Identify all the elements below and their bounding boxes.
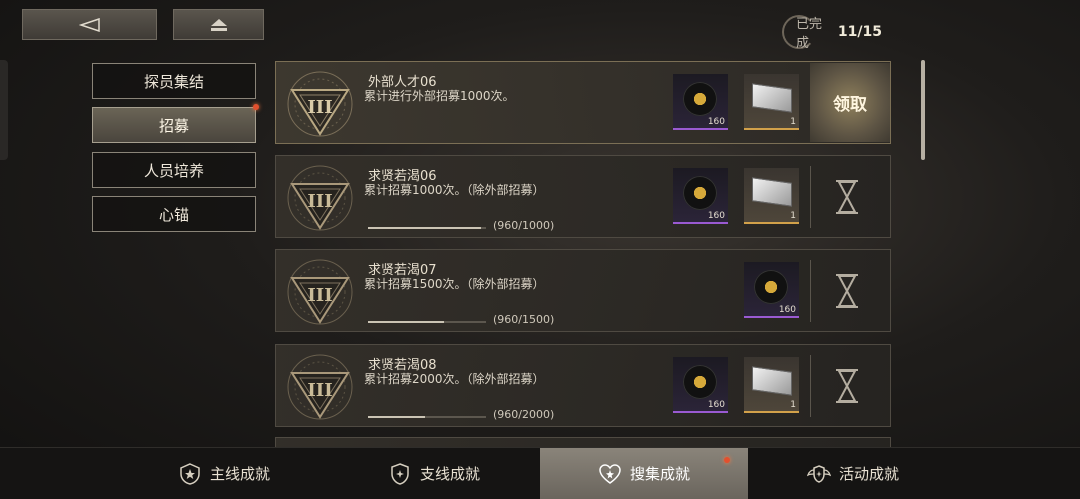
sidebar-item-label: 招募 bbox=[158, 116, 189, 135]
svg-text:III: III bbox=[307, 97, 332, 118]
achievement-card: III 求贤若渴07 累计招募1500次。（除外部招募） (960/1500) … bbox=[275, 249, 891, 332]
reward-quantity: 160 bbox=[707, 117, 725, 127]
achievement-card-partial bbox=[275, 437, 891, 447]
divider bbox=[810, 260, 811, 322]
tier-three-emblem-icon: III bbox=[287, 259, 353, 325]
sidebar-item-training[interactable]: 人员培养 bbox=[92, 152, 256, 188]
progress-count: 11/15 bbox=[837, 24, 882, 40]
eject-home-icon bbox=[210, 18, 227, 31]
svg-text:III: III bbox=[307, 285, 332, 306]
progress-text: (960/2000) bbox=[493, 408, 555, 421]
achievement-description: 累计招募1500次。（除外部招募） bbox=[364, 277, 545, 291]
vinyl-record-icon bbox=[683, 365, 717, 399]
tab-side-achievements[interactable]: 支线成就 bbox=[330, 448, 538, 499]
vinyl-record-icon bbox=[683, 176, 717, 210]
hourglass-icon bbox=[836, 369, 858, 403]
sidebar-item-label: 心锚 bbox=[158, 205, 189, 224]
progress-bar bbox=[368, 416, 486, 418]
sidebar-item-heart-anchor[interactable]: 心锚 bbox=[92, 196, 256, 232]
progress-text: (960/1500) bbox=[493, 313, 555, 326]
reward-item[interactable]: 1 bbox=[744, 74, 799, 130]
divider bbox=[810, 166, 811, 228]
tier-three-emblem-icon: III bbox=[287, 354, 353, 420]
progress-label: 已完成 bbox=[796, 17, 823, 51]
reward-item[interactable]: 1 bbox=[744, 168, 799, 224]
hourglass-icon bbox=[836, 180, 858, 214]
reward-item[interactable]: 1 bbox=[744, 357, 799, 413]
ticket-icon bbox=[752, 177, 792, 207]
tab-main-achievements[interactable]: 主线成就 bbox=[120, 448, 328, 499]
achievement-description: 累计进行外部招募1000次。 bbox=[364, 89, 515, 103]
achievement-card: III 外部人才06 累计进行外部招募1000次。 160 1 领取 bbox=[275, 61, 891, 144]
achievement-description: 累计招募1000次。（除外部招募） bbox=[364, 183, 545, 197]
reward-quantity: 160 bbox=[778, 305, 796, 315]
ticket-icon bbox=[752, 83, 792, 113]
list-scrollbar[interactable] bbox=[921, 60, 925, 160]
completion-progress: 已完成 11/15 bbox=[782, 15, 882, 51]
progress-bar bbox=[368, 321, 486, 323]
svg-text:III: III bbox=[307, 380, 332, 401]
sidebar-item-recruit[interactable]: 招募 bbox=[92, 104, 259, 143]
vinyl-record-icon bbox=[683, 82, 717, 116]
vinyl-record-icon bbox=[754, 270, 788, 304]
shield-small-icon bbox=[391, 462, 409, 485]
reward-item[interactable]: 160 bbox=[673, 74, 728, 130]
achievement-description: 累计招募2000次。（除外部招募） bbox=[364, 372, 545, 386]
progress-bar-fill bbox=[368, 227, 482, 229]
achievement-card: III 求贤若渴08 累计招募2000次。（除外部招募） (960/2000) … bbox=[275, 344, 891, 427]
reward-item[interactable]: 160 bbox=[744, 262, 799, 318]
home-button[interactable] bbox=[173, 9, 264, 40]
notification-dot bbox=[253, 104, 259, 110]
notification-dot bbox=[724, 457, 730, 463]
progress-text: (960/1000) bbox=[493, 219, 555, 232]
tab-label: 支线成就 bbox=[419, 465, 480, 483]
svg-text:III: III bbox=[307, 191, 332, 212]
tab-collection-achievements[interactable]: 搜集成就 bbox=[540, 448, 748, 499]
sidebar-item-label: 探员集结 bbox=[143, 72, 204, 91]
left-edge-handle bbox=[0, 60, 8, 160]
sidebar-item-agent-assembly[interactable]: 探员集结 bbox=[92, 63, 256, 99]
tab-label: 主线成就 bbox=[209, 465, 270, 483]
tier-three-emblem-icon: III bbox=[287, 71, 353, 137]
ticket-icon bbox=[752, 366, 792, 396]
shield-star-icon bbox=[180, 462, 200, 485]
tier-three-emblem-icon: III bbox=[287, 165, 353, 231]
reward-quantity: 160 bbox=[707, 400, 725, 410]
progress-bar-fill bbox=[368, 416, 425, 418]
sidebar-item-label: 人员培养 bbox=[143, 161, 204, 180]
winged-shield-icon bbox=[806, 464, 831, 483]
back-button[interactable] bbox=[22, 9, 157, 40]
tab-event-achievements[interactable]: 活动成就 bbox=[749, 448, 957, 499]
achievement-card: III 求贤若渴06 累计招募1000次。（除外部招募） (960/1000) … bbox=[275, 155, 891, 238]
back-arrow-icon bbox=[78, 17, 100, 32]
progress-bar bbox=[368, 227, 486, 229]
tab-label: 活动成就 bbox=[838, 465, 899, 483]
claim-button[interactable]: 领取 bbox=[810, 63, 890, 142]
reward-item[interactable]: 160 bbox=[673, 168, 728, 224]
tab-label: 搜集成就 bbox=[629, 465, 690, 483]
progress-bar-fill bbox=[368, 321, 444, 323]
bottom-nav: 主线成就 支线成就 搜集成就 活动成就 bbox=[0, 447, 1080, 499]
divider bbox=[810, 355, 811, 417]
claim-button-label: 领取 bbox=[833, 95, 867, 115]
reward-quantity: 1 bbox=[790, 211, 796, 221]
reward-quantity: 1 bbox=[790, 400, 796, 410]
reward-item[interactable]: 160 bbox=[673, 357, 728, 413]
hourglass-icon bbox=[836, 274, 858, 308]
reward-quantity: 160 bbox=[707, 211, 725, 221]
reward-quantity: 1 bbox=[790, 117, 796, 127]
heart-star-icon bbox=[599, 463, 621, 484]
